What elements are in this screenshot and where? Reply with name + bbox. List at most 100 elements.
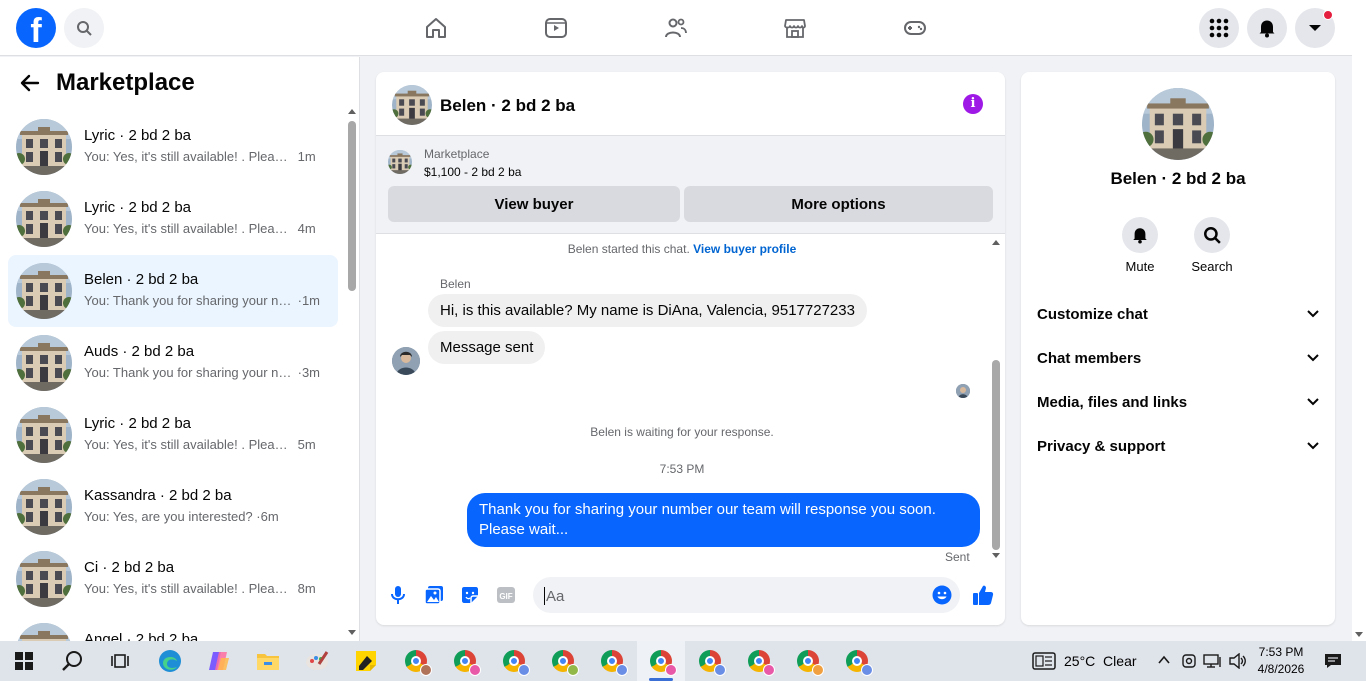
chat-members-section[interactable]: Chat members — [1037, 338, 1319, 378]
gif-icon: GIF — [497, 587, 515, 603]
conversation-item[interactable]: Ci · 2 bd 2 ba You: Yes, it's still avail… — [8, 543, 338, 615]
chat-scrollbar-thumb[interactable] — [992, 360, 1000, 550]
like-button[interactable] — [972, 585, 994, 605]
listing-price-title[interactable]: $1,100 - 2 bd 2 ba — [424, 165, 521, 179]
voice-clip-button[interactable] — [388, 585, 408, 605]
taskbar-search-button[interactable] — [48, 641, 96, 681]
scroll-up-arrow[interactable] — [348, 109, 356, 114]
conversation-item[interactable]: Angel · 2 bd 2 ba — [8, 615, 338, 641]
search-in-chat-action[interactable]: Search — [1182, 217, 1242, 274]
volume-tray[interactable] — [1228, 652, 1248, 674]
chrome-window[interactable] — [686, 641, 734, 681]
incoming-message[interactable]: Message sent — [428, 331, 546, 364]
scrollbar-thumb[interactable] — [348, 121, 356, 291]
conversation-time: 5m — [297, 437, 316, 452]
conversation-item[interactable]: Lyric · 2 bd 2 ba You: Yes, it's still av… — [8, 111, 338, 183]
conversation-snippet: You: Yes, are you interested? — [84, 509, 253, 524]
sticker-button[interactable] — [460, 585, 480, 605]
conversation-item[interactable]: Belen · 2 bd 2 ba You: Thank you for shar… — [8, 255, 338, 327]
search-icon — [1204, 227, 1221, 244]
task-view-button[interactable] — [96, 641, 144, 681]
weather-text[interactable]: 25°C Clear — [1064, 653, 1137, 669]
chrome-window[interactable] — [490, 641, 538, 681]
chrome-window[interactable] — [539, 641, 587, 681]
paint-palette-icon — [306, 651, 329, 670]
gaming-tab[interactable] — [897, 10, 933, 46]
task-view-icon — [111, 654, 129, 668]
weather-widget[interactable] — [1032, 652, 1056, 675]
chrome-window[interactable] — [833, 641, 881, 681]
listing-thumbnail — [16, 623, 72, 641]
scroll-down-arrow[interactable] — [348, 630, 356, 635]
back-arrow-icon[interactable] — [20, 73, 40, 93]
outgoing-message[interactable]: Thank you for sharing your number our te… — [467, 493, 980, 547]
chat-scroll-down-arrow[interactable] — [992, 553, 1000, 558]
customize-chat-section[interactable]: Customize chat — [1037, 294, 1319, 334]
view-buyer-profile-link[interactable]: View buyer profile — [693, 242, 796, 256]
menu-button[interactable] — [1199, 8, 1239, 48]
clock-date[interactable]: 4/8/2026 — [1253, 662, 1309, 676]
meet-now-tray[interactable] — [1181, 652, 1197, 675]
marketplace-tab[interactable] — [777, 10, 813, 46]
notifications-bell-icon — [1259, 20, 1275, 38]
emoji-button[interactable] — [932, 585, 952, 605]
section-label: Chat members — [1037, 349, 1142, 367]
listing-thumbnail[interactable] — [388, 150, 412, 174]
sidebar-title: Marketplace — [56, 69, 195, 96]
media-files-links-section[interactable]: Media, files and links — [1037, 382, 1319, 422]
chat-scroll-up-arrow[interactable] — [992, 240, 1000, 245]
attach-photo-button[interactable] — [424, 585, 444, 605]
chrome-window[interactable] — [588, 641, 636, 681]
mute-action[interactable]: Mute — [1110, 217, 1170, 274]
page-scrollbar[interactable] — [1352, 0, 1366, 641]
notification-center-button[interactable] — [1324, 653, 1342, 674]
search-button[interactable] — [64, 8, 104, 48]
sticky-notes-app[interactable] — [342, 641, 390, 681]
section-label: Media, files and links — [1037, 393, 1188, 411]
view-buyer-button[interactable]: View buyer — [388, 186, 680, 222]
copilot-app[interactable] — [195, 641, 243, 681]
facebook-logo[interactable]: f — [16, 8, 56, 48]
incoming-message[interactable]: Hi, is this available? My name is DiAna,… — [428, 294, 867, 327]
conversation-snippet-row: You: Yes, it's still available! . Please… — [84, 581, 334, 596]
start-button[interactable] — [0, 641, 48, 681]
sender-avatar[interactable] — [392, 347, 420, 375]
conversation-item[interactable]: Lyric · 2 bd 2 ba You: Yes, it's still av… — [8, 399, 338, 471]
notification-dot — [1323, 10, 1333, 20]
home-tab[interactable] — [418, 10, 454, 46]
paint-app[interactable] — [293, 641, 341, 681]
more-options-button[interactable]: More options — [684, 186, 993, 222]
message-input[interactable] — [533, 577, 960, 613]
clock-time[interactable]: 7:53 PM — [1253, 645, 1309, 659]
network-tray[interactable] — [1203, 653, 1223, 674]
copilot-icon — [209, 652, 229, 670]
chat-scrollbar[interactable] — [991, 238, 1001, 560]
sidebar-scrollbar[interactable] — [348, 107, 356, 637]
conversation-item[interactable]: Lyric · 2 bd 2 ba You: Yes, it's still av… — [8, 183, 338, 255]
chrome-window[interactable] — [784, 641, 832, 681]
info-icon[interactable]: i — [963, 94, 983, 114]
chat-title[interactable]: Belen · 2 bd 2 ba — [440, 96, 575, 116]
edge-app[interactable] — [146, 641, 194, 681]
video-tab[interactable] — [538, 10, 574, 46]
privacy-support-section[interactable]: Privacy & support — [1037, 426, 1319, 466]
chrome-icon — [699, 650, 726, 676]
details-avatar[interactable] — [1142, 88, 1214, 160]
chrome-window[interactable] — [735, 641, 783, 681]
file-explorer-app[interactable] — [244, 641, 292, 681]
chat-avatar[interactable] — [392, 85, 432, 125]
show-hidden-icons-chevron-icon[interactable] — [1157, 653, 1171, 667]
gif-button[interactable]: GIF — [496, 585, 516, 605]
chrome-window-active[interactable] — [637, 641, 685, 681]
chrome-window[interactable] — [441, 641, 489, 681]
conversation-snippet: You: Yes, it's still available! . Please… — [84, 221, 294, 236]
conversation-item[interactable]: Kassandra · 2 bd 2 ba You: Yes, are you i… — [8, 471, 338, 543]
friends-tab[interactable] — [658, 10, 694, 46]
menu-grid-icon — [1209, 18, 1229, 38]
chevron-down-icon — [1307, 310, 1319, 318]
account-button[interactable] — [1295, 8, 1335, 48]
chrome-window[interactable] — [392, 641, 440, 681]
conversation-item[interactable]: Auds · 2 bd 2 ba You: Thank you for shari… — [8, 327, 338, 399]
notifications-button[interactable] — [1247, 8, 1287, 48]
page-scroll-down-arrow[interactable] — [1355, 632, 1363, 637]
